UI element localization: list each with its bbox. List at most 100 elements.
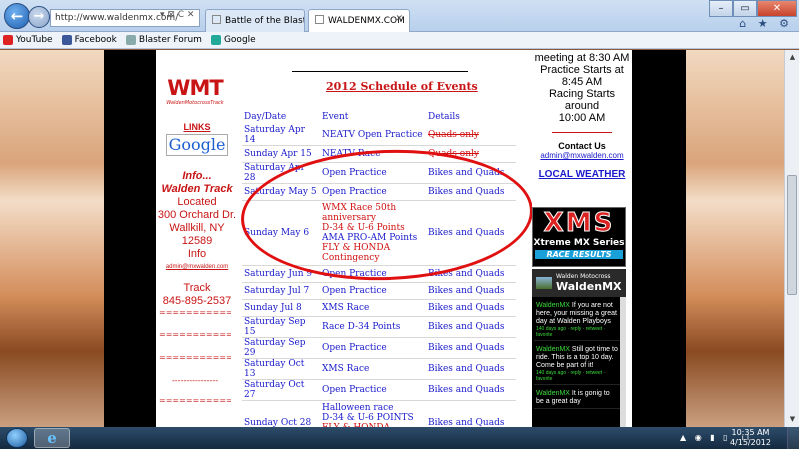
google-favicon-icon <box>210 35 221 45</box>
tweet-item: WaldenMX It is gonig to be a great day <box>534 388 620 409</box>
home-favorites-tools-icons[interactable]: ⌂ ★ ⚙ <box>739 17 793 30</box>
tweet-feed: WaldenMX If you are not here, your missi… <box>532 297 626 427</box>
event-date: Saturday Jul 7 <box>242 282 320 300</box>
clock[interactable]: 10:35 AM 4/15/2012 <box>730 428 771 448</box>
waldenmx-avatar <box>536 277 552 289</box>
separator-line: ================ <box>159 308 231 317</box>
main-content: WMT WaldenMotocrossTrack 2012 Schedule o… <box>156 50 536 427</box>
maximize-button[interactable]: ▭ <box>733 0 757 17</box>
clock-time: 10:35 AM <box>731 428 770 437</box>
ie-icon: e <box>47 429 57 447</box>
separator-line: ================ <box>159 353 231 362</box>
separator-line: ================ <box>159 330 231 339</box>
back-button[interactable]: ← <box>4 3 30 29</box>
column-header: Day/Date <box>244 111 287 122</box>
favorite-label: YouTube <box>16 35 53 45</box>
tweet-user-link[interactable]: WaldenMX <box>536 390 570 397</box>
race-results-link[interactable]: RACE RESULTS <box>535 250 623 259</box>
show-desktop-button[interactable] <box>787 427 799 449</box>
column-header: Event <box>322 111 349 122</box>
table-row: Saturday Sep 15 Race D-34 Points Bikes and… <box>242 316 516 338</box>
info-address-line2: Wallkill, NY <box>169 222 225 234</box>
browser-titlebar: ← → http://www.waldenmx.com/ ▾ ⊠ C ✕ Bat… <box>0 0 799 32</box>
tweet-meta[interactable]: 140 days ago · reply · retweet · favorit… <box>536 326 618 338</box>
title-rule <box>292 71 468 72</box>
start-button[interactable] <box>6 428 28 448</box>
favorite-blaster-forum[interactable]: Blaster Forum <box>125 35 202 45</box>
scroll-down-icon[interactable]: ▼ <box>785 412 799 427</box>
event-date: Sunday Oct 28 <box>242 400 320 427</box>
event-details: Bikes and Quads <box>426 379 516 401</box>
tweet-user-link[interactable]: WaldenMX <box>536 346 570 353</box>
divider <box>552 132 612 133</box>
forward-button[interactable]: → <box>28 6 50 28</box>
forward-arrow-icon: → <box>33 9 45 24</box>
table-row: Saturday Sep 29 Open Practice Bikes and Qu… <box>242 337 516 359</box>
event-name: NEATV Open Practice <box>322 130 423 140</box>
event-date: Saturday Sep 29 <box>242 337 320 359</box>
table-row: Saturday Apr 14 NEATV Open Practice Quads … <box>242 125 516 146</box>
event-date: Sunday Apr 15 <box>242 145 320 163</box>
background-right <box>686 50 784 427</box>
favorite-youtube[interactable]: YouTube <box>3 35 53 45</box>
event-name: Race D-34 Points <box>320 316 426 338</box>
event-details: Bikes and Quads <box>426 299 516 317</box>
close-window-button[interactable]: ✕ <box>757 0 797 17</box>
minimize-button[interactable]: – <box>709 0 733 17</box>
local-weather-link[interactable]: LOCAL WEATHER <box>532 169 632 180</box>
tweet-user-link[interactable]: WaldenMX <box>536 302 570 309</box>
xms-banner[interactable]: XMS Xtreme MX Series RACE RESULTS <box>532 207 626 267</box>
page-border-left <box>104 50 156 427</box>
favorite-google[interactable]: Google <box>210 35 256 45</box>
tweet-item: WaldenMX If you are not here, your missi… <box>534 300 620 341</box>
event-date: Saturday Apr 14 <box>244 125 305 145</box>
page-viewport: WMT WaldenMotocrossTrack 2012 Schedule o… <box>0 50 784 427</box>
event-name: Open Practice <box>320 282 426 300</box>
table-row: Saturday Oct 13 XMS Race Bikes and Quads <box>242 358 516 380</box>
tweet-meta[interactable]: 140 days ago · reply · retweet · favorit… <box>536 370 618 382</box>
event-details: Bikes and Quads <box>426 358 516 380</box>
event-date: Saturday Oct 27 <box>242 379 320 401</box>
meeting-line: Racing Starts around <box>548 88 616 112</box>
google-logo-text: Google <box>168 135 226 154</box>
wmt-logo[interactable]: WMT WaldenMotocrossTrack <box>160 76 230 112</box>
xms-series-text: Xtreme MX Series <box>533 238 625 248</box>
event-line: D-34 & U-6 POINTS <box>322 413 414 423</box>
logo-subtext: WaldenMotocrossTrack <box>166 100 224 106</box>
info-track-name: Walden Track <box>161 183 233 195</box>
scrollbar-thumb[interactable] <box>787 175 797 295</box>
google-link-button[interactable]: Google <box>166 134 228 156</box>
event-name: XMS Race <box>320 358 426 380</box>
favorite-label: Facebook <box>74 35 117 45</box>
logo-text: WMT <box>167 76 223 100</box>
table-row: Sunday Jul 8 XMS Race Bikes and Quads <box>242 299 516 317</box>
meeting-line: meeting at 8:30 AM <box>534 52 630 64</box>
page-scrollbar[interactable]: ▲ ▼ <box>784 50 799 427</box>
internet-explorer-taskbar-button[interactable]: e <box>34 428 70 448</box>
favorite-facebook[interactable]: Facebook <box>61 35 117 45</box>
event-name: Open Practice <box>320 337 426 359</box>
twitter-header[interactable]: Walden Motocross WaldenMX <box>532 269 626 297</box>
tweet-item: WaldenMX Still got time to ride. This is… <box>534 344 620 385</box>
xms-logo-text: XMS <box>543 208 615 239</box>
page-icon <box>125 35 136 45</box>
info-zip: 12589 <box>181 235 213 247</box>
tab-battle-of-the-blaster[interactable]: Battle of the Blaster Membe... <box>205 9 305 32</box>
tab-label: WALDENMX.COM <box>328 16 405 26</box>
event-name: XMS Race <box>320 299 426 317</box>
scroll-up-icon[interactable]: ▲ <box>785 50 799 65</box>
track-phone-block: Track 845-895-2537 <box>156 282 238 308</box>
tab-waldenmx[interactable]: WALDENMX.COM ✕ <box>308 9 410 32</box>
facebook-icon <box>61 35 72 45</box>
event-line: Halloween race <box>322 403 394 413</box>
tab-close-icon[interactable]: ✕ <box>395 14 403 24</box>
tweet-feed-scrollbar[interactable] <box>620 297 626 427</box>
meeting-times: meeting at 8:30 AM Practice Starts at 8:… <box>532 50 632 124</box>
event-date: Sunday Jul 8 <box>242 299 320 317</box>
info-email-link[interactable]: admin@mxwalden.com <box>156 261 238 274</box>
twitter-display-name: Walden Motocross <box>556 273 611 280</box>
column-header: Details <box>428 111 460 122</box>
address-controls[interactable]: ▾ ⊠ C ✕ <box>160 10 194 20</box>
event-details: Quads only <box>428 130 479 140</box>
contact-email-link[interactable]: admin@mxwalden.com <box>532 151 632 160</box>
